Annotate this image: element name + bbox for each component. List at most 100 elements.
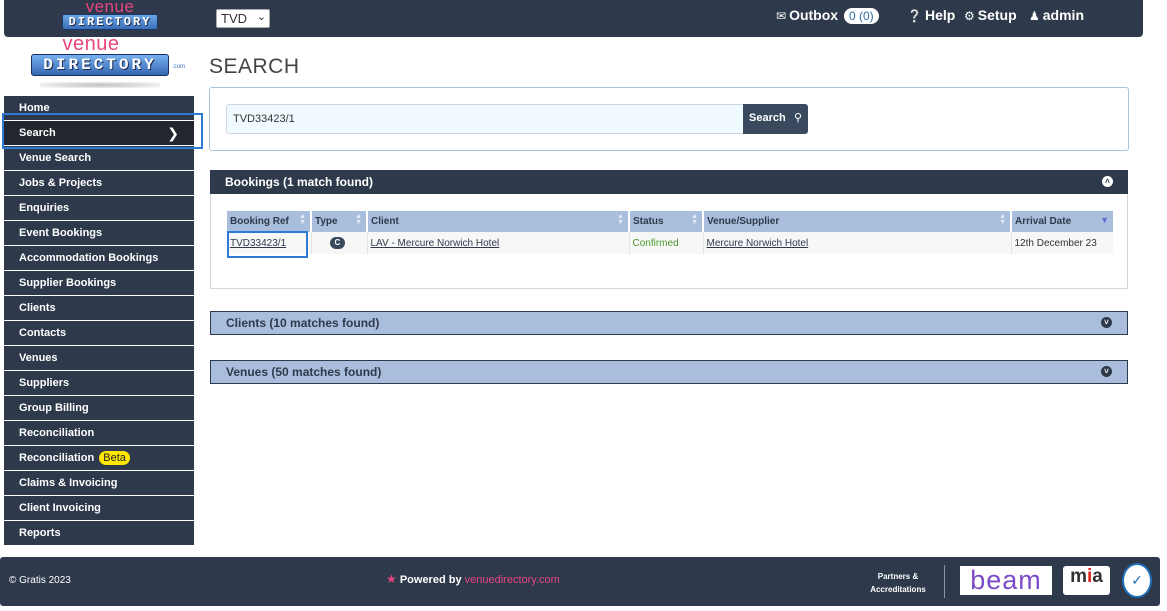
sidebar-item-label: Suppliers (19, 377, 70, 389)
setup-label: Setup (977, 7, 1017, 23)
setup-link[interactable]: ⚙ Setup (964, 7, 1017, 23)
sidebar-item-contacts[interactable]: Contacts (4, 321, 194, 345)
sidebar-item-label: Venues (19, 352, 58, 364)
powered-brand: venuedirectory.com (464, 574, 560, 586)
chevron-down-icon[interactable]: ˅ (1101, 317, 1112, 328)
search-panel: TVD33423/1 Search ⚲ (209, 87, 1129, 151)
page-title: SEARCH (209, 55, 300, 78)
outbox-link[interactable]: ✉ Outbox 0 (0) (776, 7, 879, 24)
column-header-label: Arrival Date (1015, 216, 1072, 227)
sidebar-item-suppliers[interactable]: Suppliers (4, 371, 194, 395)
venue-cell: Mercure Norwich Hotel (703, 232, 1012, 254)
column-header-type[interactable]: Type ▲ ▼ (311, 211, 368, 232)
sidebar-item-clients[interactable]: Clients (4, 296, 194, 320)
column-header-label: Venue/Supplier (707, 216, 780, 227)
mia-letter-m: m (1070, 566, 1088, 587)
brand-select[interactable]: TVD ⌄ (216, 9, 270, 28)
column-header-status[interactable]: Status ▲ ▼ (629, 211, 704, 232)
sidebar-item-label: Supplier Bookings (19, 277, 117, 289)
powered-by[interactable]: ★ Powered by venuedirectory.com (386, 572, 560, 586)
logo-shadow (40, 82, 160, 88)
beam-logo: beam (960, 566, 1052, 595)
venues-panel-header[interactable]: Venues (50 matches found) ˅ (210, 360, 1128, 384)
sidebar-item-reports[interactable]: Reports (4, 521, 194, 545)
copyright-text: © Gratis 2023 (9, 575, 71, 586)
client-link[interactable]: LAV - Mercure Norwich Hotel (371, 238, 500, 249)
footer: © Gratis 2023 ★ Powered by venuedirector… (0, 557, 1160, 606)
sidebar-item-label: Enquiries (19, 202, 70, 214)
status-cell: Confirmed (629, 232, 704, 254)
sidebar-item-label: Claims & Invoicing (19, 477, 118, 489)
column-header-label: Type (315, 216, 338, 227)
logo-word-directory: DIRECTORY (31, 54, 169, 76)
clients-heading: Clients (10 matches found) (226, 316, 380, 330)
app-logo-small[interactable]: venue DIRECTORY (62, 0, 158, 34)
sidebar-item-label: Client Invoicing (19, 502, 101, 514)
bookings-panel-header[interactable]: Bookings (1 match found) ˄ (210, 170, 1128, 194)
sidebar-item-label: Contacts (19, 327, 67, 339)
help-label: Help (924, 7, 956, 23)
sidebar-item-group-billing[interactable]: Group Billing (4, 396, 194, 420)
sidebar-item-reconciliation[interactable]: Reconciliation (4, 421, 194, 445)
column-header-label: Status (633, 216, 664, 227)
table-header-row: Booking Ref ▲ ▼ Type ▲ ▼ Client ▲ ▼ Status ▲ ▼ V… (227, 211, 1113, 232)
sidebar-item-reconciliation-beta[interactable]: Reconciliation Beta (4, 446, 194, 470)
sort-icon: ▲ ▼ (299, 213, 306, 226)
outbox-count-badge: 0 (0) (843, 8, 879, 24)
column-header-booking-ref[interactable]: Booking Ref ▲ ▼ (227, 211, 312, 232)
sidebar-item-event-bookings[interactable]: Event Bookings (4, 221, 194, 245)
sort-icon: ▲ ▼ (691, 213, 698, 226)
column-header-client[interactable]: Client ▲ ▼ (367, 211, 630, 232)
chevron-up-icon[interactable]: ˄ (1102, 176, 1113, 187)
gear-icon: ⚙ (964, 9, 975, 23)
focus-highlight-search-item (2, 113, 203, 149)
partners-label: Partners & Accreditations (866, 570, 930, 596)
footer-divider (944, 565, 945, 598)
sort-icon: ▲ ▼ (355, 213, 362, 226)
sidebar-item-label: Clients (19, 302, 56, 314)
sidebar-item-client-invoicing[interactable]: Client Invoicing (4, 496, 194, 520)
sidebar-item-jobs-projects[interactable]: Jobs & Projects (4, 171, 194, 195)
beta-badge: Beta (99, 451, 130, 465)
type-badge: C (329, 237, 346, 249)
venues-heading: Venues (50 matches found) (226, 365, 382, 379)
sidebar-item-accommodation-bookings[interactable]: Accommodation Bookings (4, 246, 194, 270)
sidebar-item-label: Reconciliation (19, 452, 95, 464)
brand-select-value: TVD (221, 11, 247, 26)
sidebar-menu: Home Search ❯ Venue Search Jobs & Project… (4, 96, 194, 546)
venue-link[interactable]: Mercure Norwich Hotel (707, 238, 809, 249)
sort-desc-icon: ▼ (1100, 215, 1109, 225)
admin-label: admin (1042, 7, 1084, 23)
help-link[interactable]: ❔ Help (907, 7, 955, 23)
column-header-arrival-date[interactable]: Arrival Date ▼ (1011, 211, 1113, 232)
sidebar-item-enquiries[interactable]: Enquiries (4, 196, 194, 220)
sidebar-item-venues[interactable]: Venues (4, 346, 194, 370)
chevron-down-icon[interactable]: ˅ (1101, 366, 1112, 377)
mia-logo: mia (1063, 566, 1110, 595)
column-header-label: Booking Ref (230, 216, 289, 227)
search-button-label: Search (749, 112, 786, 124)
question-circle-icon: ❔ (907, 9, 922, 23)
clients-panel-header[interactable]: Clients (10 matches found) ˅ (210, 311, 1128, 335)
sidebar-item-label: Group Billing (19, 402, 89, 414)
sidebar-item-venue-search[interactable]: Venue Search (4, 146, 194, 170)
search-input[interactable]: TVD33423/1 (226, 104, 743, 134)
sidebar-item-claims-invoicing[interactable]: Claims & Invoicing (4, 471, 194, 495)
search-button[interactable]: Search ⚲ (743, 104, 808, 134)
sidebar-item-label: Venue Search (19, 152, 92, 164)
user-icon: ♟ (1029, 9, 1040, 23)
app-logo[interactable]: venue DIRECTORY .com (22, 33, 185, 92)
mia-letter-a: a (1092, 566, 1103, 587)
chevron-down-icon: ⌄ (256, 11, 266, 23)
logo-word-venue: venue (62, 33, 120, 55)
sort-icon: ▲ ▼ (999, 213, 1006, 226)
admin-user-link[interactable]: ♟ admin (1029, 7, 1084, 23)
column-header-venue-supplier[interactable]: Venue/Supplier ▲ ▼ (703, 211, 1012, 232)
type-cell: C (311, 232, 368, 254)
sort-icon: ▲ ▼ (617, 213, 624, 226)
sidebar-item-supplier-bookings[interactable]: Supplier Bookings (4, 271, 194, 295)
focus-highlight-booking-ref (227, 231, 308, 258)
partners-line2: Accreditations (870, 585, 926, 594)
search-icon: ⚲ (793, 112, 802, 124)
sidebar-item-label: Accommodation Bookings (19, 252, 159, 264)
